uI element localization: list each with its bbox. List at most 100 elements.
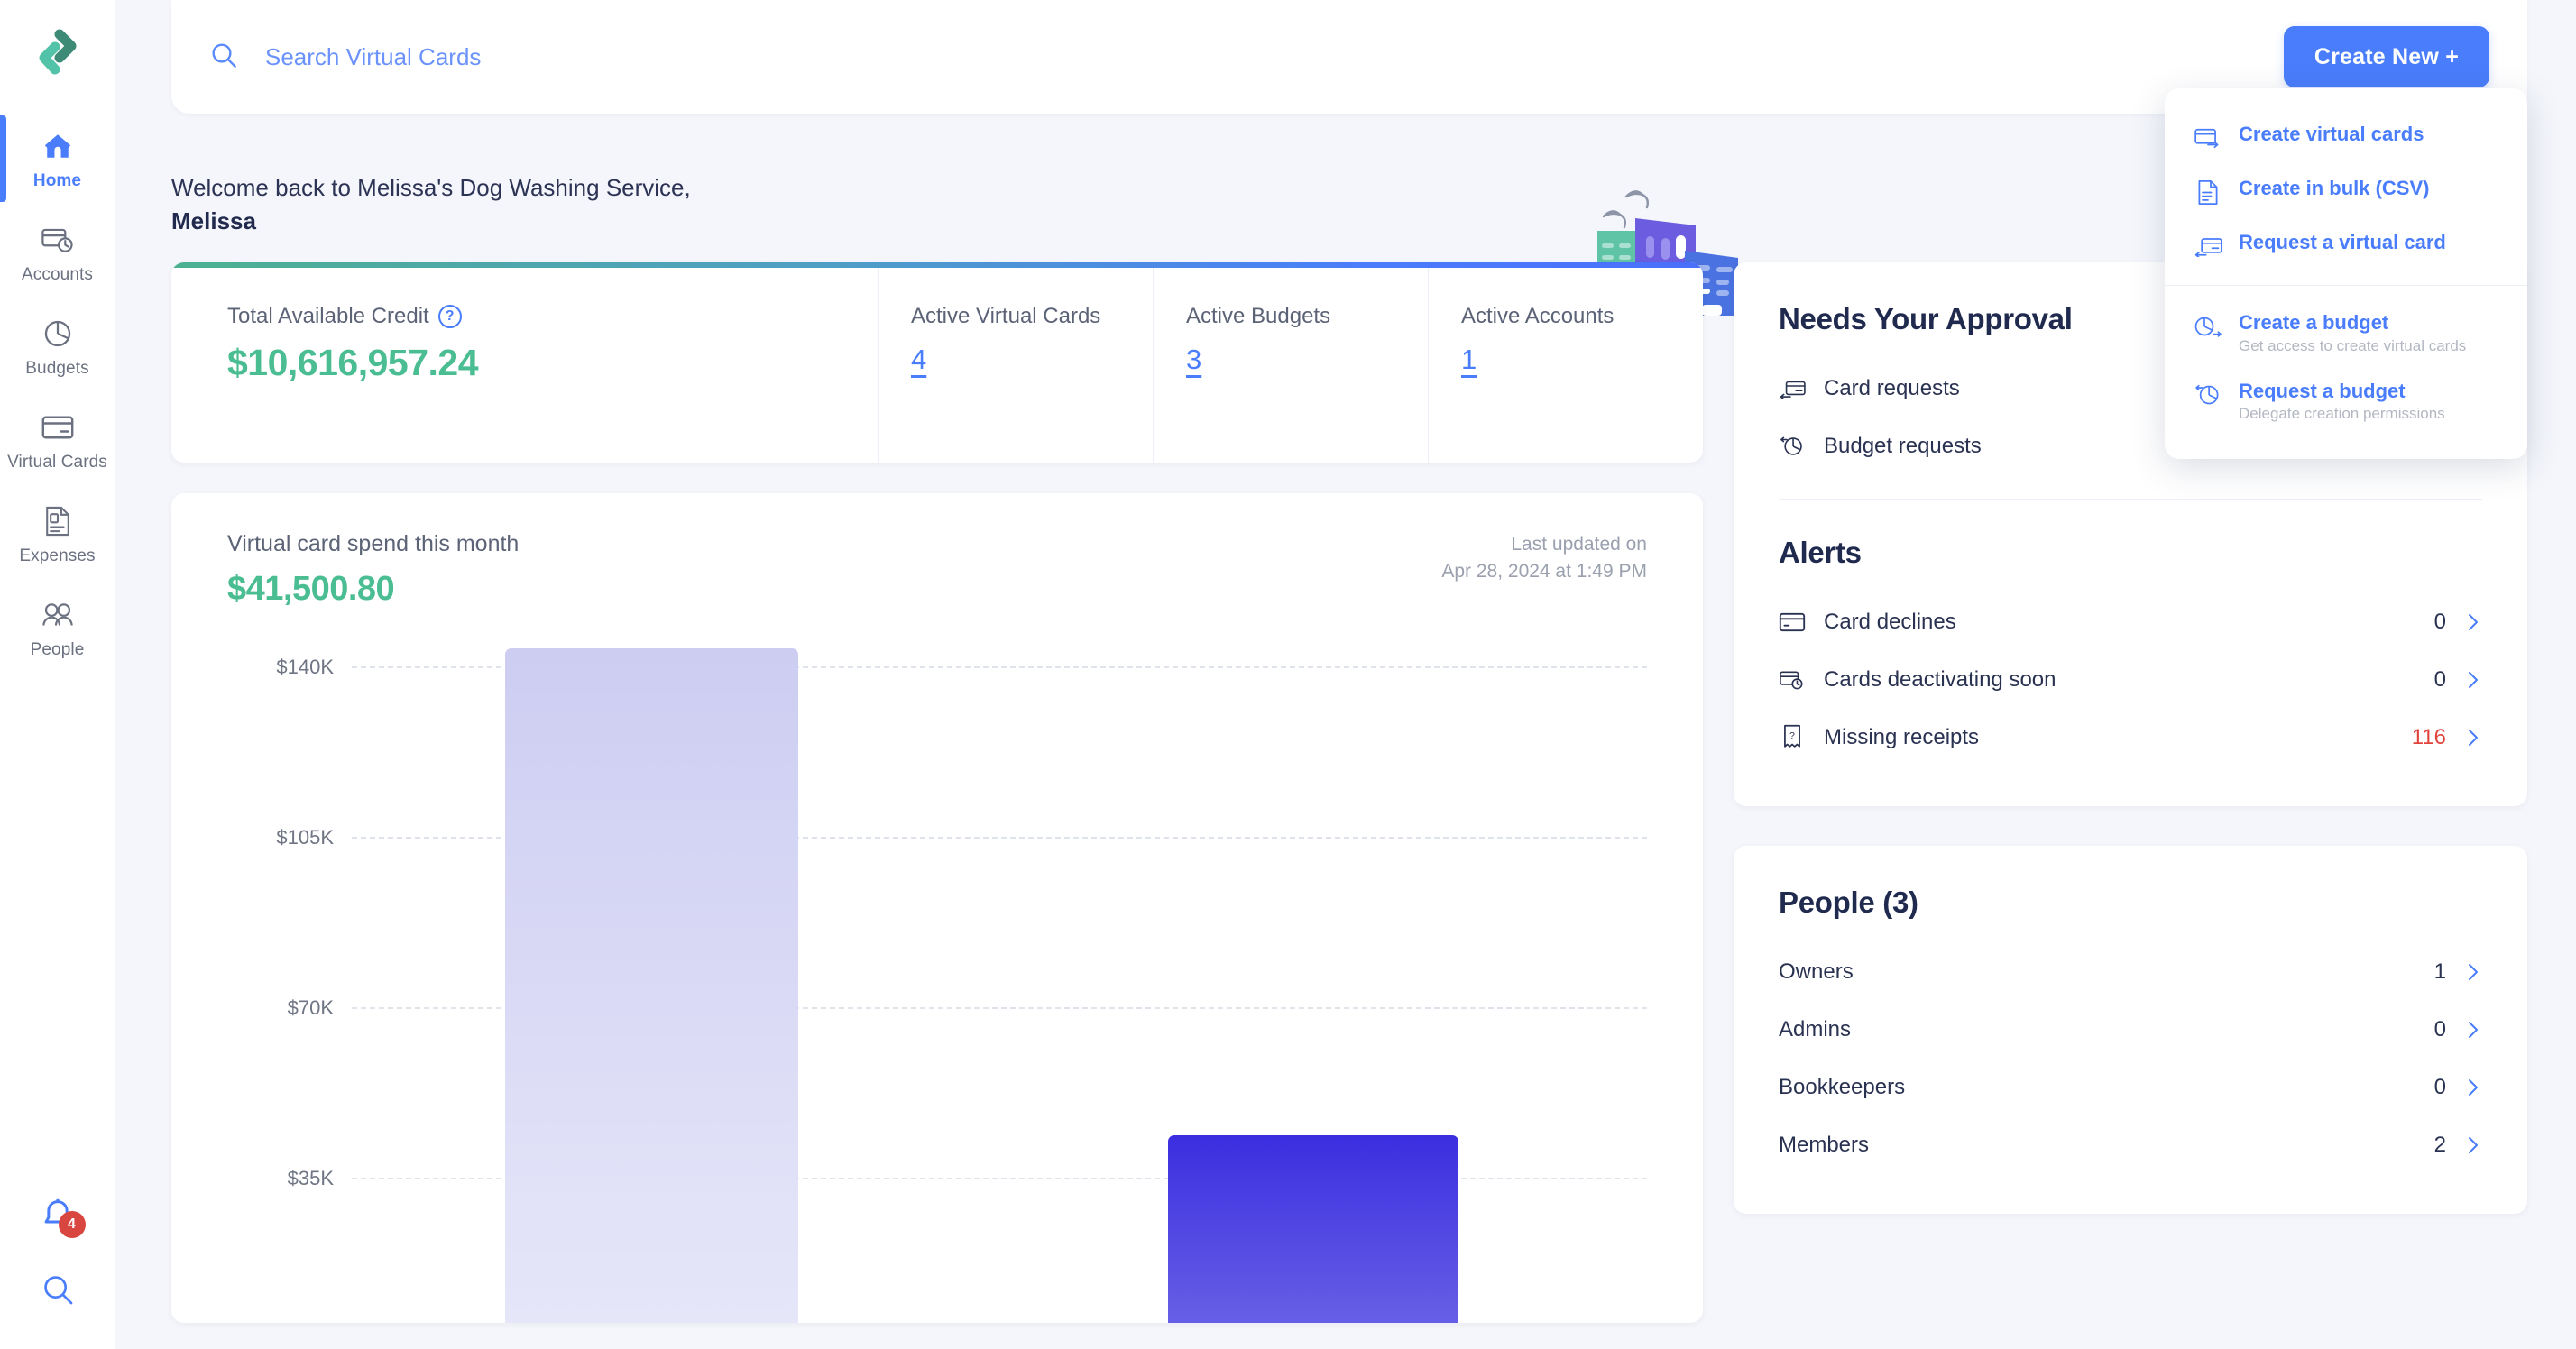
sidebar-search-button[interactable] — [41, 1272, 75, 1311]
chevron-right-icon — [2464, 1078, 2482, 1097]
alerts-title: Alerts — [1779, 535, 1862, 569]
sidebar: Home Accounts Budgets Virtual Cards Expe… — [0, 0, 115, 1349]
chart-amount: $41,500.80 — [227, 569, 395, 608]
budgets-icon — [40, 316, 76, 352]
bar-chart-plot: $140K $105K $70K $35K — [227, 647, 1647, 1323]
sidebar-item-label: Home — [32, 171, 82, 190]
menu-item-title: Request a virtual card — [2239, 231, 2446, 253]
create-card-icon — [2194, 124, 2222, 152]
chevron-right-icon — [2464, 1136, 2482, 1154]
row-bookkeepers[interactable]: Bookkeepers 0 — [1779, 1059, 2482, 1116]
row-label: Owners — [1779, 959, 1854, 984]
alerts-rows: Card declines 0 Cards deactivating soon … — [1779, 593, 2482, 766]
row-missing-receipts[interactable]: ? Missing receipts 116 — [1779, 709, 2482, 766]
chevrons-logo[interactable] — [29, 23, 87, 81]
row-value: 0 — [2433, 1074, 2446, 1099]
chevron-right-icon — [2464, 671, 2482, 689]
stat-active-accounts: Active Accounts 1 — [1428, 262, 1703, 463]
left-column: Total Available Credit ? $10,616,957.24 … — [171, 262, 1703, 1323]
stat-label: Active Virtual Cards — [911, 303, 1101, 328]
row-owners[interactable]: Owners 1 — [1779, 943, 2482, 1001]
menu-item-text: Create virtual cards — [2239, 122, 2424, 147]
menu-item-request-a-virtual-card[interactable]: Request a virtual card — [2165, 218, 2527, 272]
people-title: People (3) — [1779, 885, 1918, 919]
create-budget-icon — [2194, 312, 2222, 341]
menu-item-create-a-budget[interactable]: Create a budget Get access to create vir… — [2165, 298, 2527, 367]
row-label: Admins — [1779, 1016, 1852, 1042]
csv-file-icon — [2194, 178, 2222, 206]
create-new-button[interactable]: Create New + — [2283, 26, 2489, 87]
row-label: Bookkeepers — [1779, 1074, 1906, 1099]
notifications-button[interactable]: 4 — [39, 1197, 86, 1238]
last-updated-time: Apr 28, 2024 at 1:49 PM — [1441, 561, 1647, 583]
sidebar-item-home[interactable]: Home — [0, 112, 115, 206]
notification-badge: 4 — [58, 1211, 86, 1238]
app-root: Home Accounts Budgets Virtual Cards Expe… — [0, 0, 2576, 1349]
people-panel: People (3) Owners 1 Admins 0 Bookkeepers… — [1734, 845, 2527, 1214]
stats-card: Total Available Credit ? $10,616,957.24 … — [171, 262, 1703, 463]
row-card-declines[interactable]: Card declines 0 — [1779, 593, 2482, 651]
menu-item-request-a-budget[interactable]: Request a budget Delegate creation permi… — [2165, 367, 2527, 436]
search-icon — [41, 1276, 75, 1310]
row-cards-deactivating-soon[interactable]: Cards deactivating soon 0 — [1779, 651, 2482, 709]
sidebar-item-budgets[interactable]: Budgets — [0, 299, 115, 393]
total-credit-value: $10,616,957.24 — [227, 341, 479, 383]
chevron-right-icon — [2464, 963, 2482, 981]
sidebar-item-accounts[interactable]: Accounts — [0, 206, 115, 299]
last-updated-label: Last updated on — [1511, 533, 1647, 555]
home-icon — [40, 128, 76, 164]
card-decline-icon — [1779, 609, 1806, 636]
row-value: 116 — [2411, 724, 2446, 749]
row-value: 2 — [2433, 1132, 2446, 1157]
row-value: 0 — [2433, 666, 2446, 692]
row-admins[interactable]: Admins 0 — [1779, 1001, 2482, 1059]
total-credit-label: Total Available Credit — [227, 303, 429, 328]
row-value: 0 — [2433, 609, 2446, 634]
menu-item-title: Create a budget — [2239, 311, 2389, 334]
request-card-icon — [2194, 232, 2222, 261]
bar-this-month[interactable] — [1168, 1134, 1458, 1323]
accounts-icon — [40, 222, 76, 258]
stat-label: Active Accounts — [1461, 303, 1615, 328]
menu-item-subtitle: Delegate creation permissions — [2239, 405, 2445, 423]
sidebar-item-label: Accounts — [22, 265, 93, 284]
sidebar-bottom-actions: 4 — [0, 1197, 115, 1311]
row-label: Missing receipts — [1824, 724, 1980, 749]
row-members[interactable]: Members 2 — [1779, 1116, 2482, 1174]
chart-title: Virtual card spend this month — [227, 530, 520, 556]
question-icon[interactable]: ? — [437, 304, 462, 328]
menu-item-title: Create in bulk (CSV) — [2239, 177, 2430, 199]
search-input[interactable] — [265, 42, 806, 71]
sidebar-item-label: Virtual Cards — [7, 453, 107, 472]
y-tick-label: $140K — [276, 655, 334, 678]
create-new-dropdown-menu: Create virtual cards Create in bulk (CSV… — [2165, 88, 2527, 459]
people-rows: Owners 1 Admins 0 Bookkeepers 0 Members … — [1779, 943, 2482, 1174]
stat-value-link[interactable]: 4 — [911, 344, 926, 376]
request-budget-icon — [2194, 381, 2222, 409]
expenses-icon — [40, 503, 76, 539]
chevron-right-icon — [2464, 1021, 2482, 1039]
total-credit-label-row: Total Available Credit ? — [227, 304, 878, 329]
search-icon — [209, 41, 238, 74]
menu-item-text: Create in bulk (CSV) — [2239, 176, 2429, 201]
menu-item-create-virtual-cards[interactable]: Create virtual cards — [2165, 110, 2527, 164]
menu-item-text: Request a virtual card — [2239, 230, 2446, 255]
chart-header: Virtual card spend this month $41,500.80… — [227, 531, 1647, 609]
missing-receipt-icon: ? — [1779, 724, 1806, 751]
stat-value-link[interactable]: 1 — [1461, 344, 1477, 376]
y-tick-label: $35K — [287, 1166, 334, 1189]
menu-item-create-in-bulk-csv[interactable]: Create in bulk (CSV) — [2165, 164, 2527, 218]
y-tick-label: $105K — [276, 825, 334, 849]
bars-area — [352, 647, 1647, 1323]
sidebar-item-people[interactable]: People — [0, 581, 115, 674]
stat-label: Active Budgets — [1186, 303, 1331, 328]
sidebar-item-virtual-cards[interactable]: Virtual Cards — [0, 393, 115, 487]
menu-item-subtitle: Get access to create virtual cards — [2239, 336, 2467, 354]
sidebar-item-expenses[interactable]: Expenses — [0, 487, 115, 581]
bar-previous-period[interactable] — [505, 647, 798, 1323]
sidebar-item-label: Budgets — [25, 359, 89, 378]
search-wrapper — [209, 41, 2284, 74]
stat-value-link[interactable]: 3 — [1186, 344, 1201, 376]
panel-divider — [1779, 498, 2482, 500]
svg-text:?: ? — [1789, 731, 1795, 741]
